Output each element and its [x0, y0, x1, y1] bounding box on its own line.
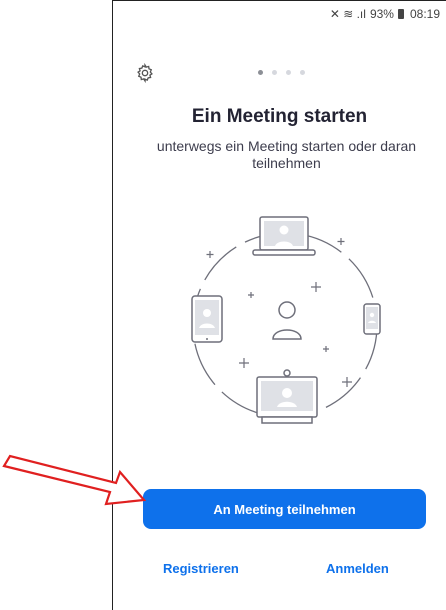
status-time: 08:19 — [409, 7, 440, 21]
join-meeting-button[interactable]: An Meeting teilnehmen — [143, 489, 426, 529]
page-dot — [286, 70, 291, 75]
battery-percent: 93% — [369, 7, 394, 21]
room-display-icon — [256, 369, 318, 424]
meeting-illustration — [191, 216, 381, 424]
page-dot — [272, 70, 277, 75]
tablet-icon — [191, 295, 223, 343]
battery-icon — [397, 9, 404, 19]
register-link[interactable]: Registrieren — [163, 561, 239, 576]
user-icon — [272, 301, 302, 340]
phone-screen: ✕ ≋ .ıl 93% 08:19 Ein Meeting starten un… — [112, 0, 446, 610]
login-link[interactable]: Anmelden — [326, 561, 389, 576]
page-dot-active — [258, 70, 263, 75]
red-arrow-icon — [2, 454, 147, 506]
page-dot — [300, 70, 305, 75]
laptop-icon — [252, 216, 316, 256]
page-title: Ein Meeting starten — [191, 106, 368, 127]
phone-icon — [363, 303, 381, 335]
page-subtitle: unterwegs ein Meeting starten oder daran… — [156, 138, 417, 171]
status-bar: ✕ ≋ .ıl 93% 08:19 — [113, 1, 446, 27]
signal-indicators: ✕ ≋ .ıl — [329, 7, 366, 21]
page-indicator — [113, 70, 446, 75]
